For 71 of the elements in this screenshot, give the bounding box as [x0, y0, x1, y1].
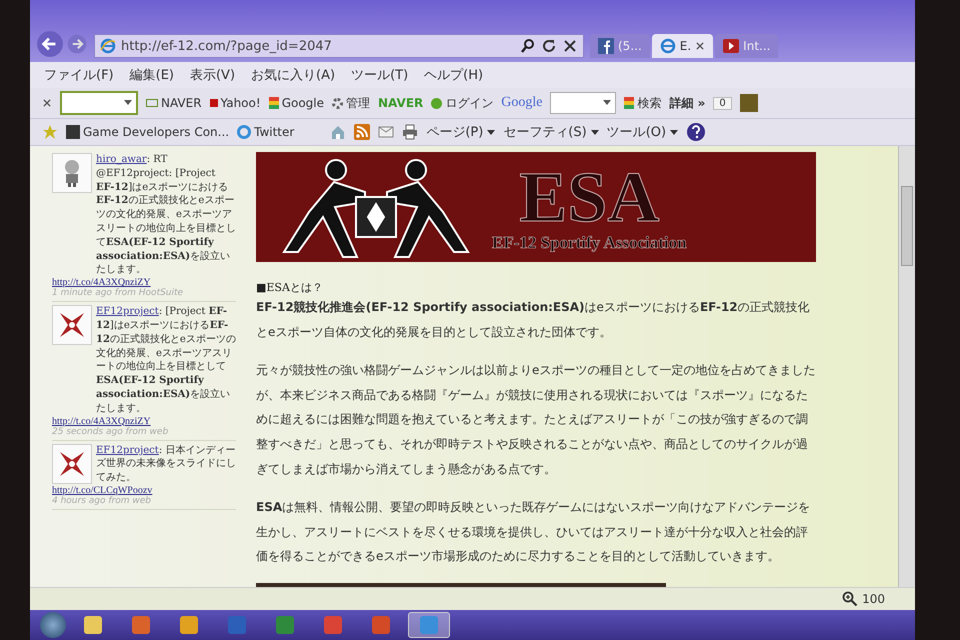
home-icon[interactable]	[330, 124, 346, 140]
menu-item[interactable]: ヘルプ(H)	[424, 66, 484, 84]
play-icon	[723, 38, 740, 54]
caret-icon	[603, 100, 612, 105]
search-field[interactable]	[550, 92, 616, 114]
favorite-link[interactable]: Game Developers Con...	[66, 125, 230, 139]
tweet-text: EF12project: 日本インディーズ世界の未来像をスライドにしてみた。	[96, 444, 236, 485]
tweet-time: 4 hours ago from web	[52, 496, 152, 506]
favorite-link[interactable]: Twitter	[237, 125, 294, 139]
article-paragraph: 元々が競技性の強い格闘ゲームジャンルは以前よりeスポーツの種目として一定の地位を占めてきましたが、本来ビジネス商品である格闘『ゲーム』が競技に使用される現状においては『スポーツ』になるために超えるには困難な問題を抱えていると考えます。たとえばアスリートが「この技が強すぎるので調整すべきだ」と思っても、それが即時テストや反映されることがない点や、商品としてのサイクルが過ぎてしまえば市場から消えてしまう懸念がある点です。	[256, 362, 816, 478]
printer-icon[interactable]	[402, 124, 418, 140]
tweet-link[interactable]: http://t.co/CLCqWPoozv	[52, 484, 236, 496]
rss-icon[interactable]	[354, 124, 370, 140]
menu-item[interactable]: お気に入り(A)	[251, 66, 336, 84]
toolbar-link[interactable]: NAVER	[146, 96, 202, 110]
close-icon[interactable]	[42, 98, 52, 108]
caret-icon	[590, 130, 599, 135]
close-icon[interactable]	[695, 41, 706, 51]
toolbar-link[interactable]: Yahoo!	[210, 96, 261, 110]
user-avatar[interactable]	[740, 94, 758, 112]
google-label: Google	[501, 95, 542, 111]
user-link[interactable]: EF12project	[96, 306, 159, 318]
article-paragraph: ESAは無料、情報公開、要望の即時反映といった既存ゲームにはないスポーツ向けなアドバンテージを生かし、アスリートにベストを尽くせる環境を提供し、ひいてはアスリート達が十分な収入と社会的評価を得ることができるeスポーツ市場形成のために尽力することを目的として活動していきます。	[256, 499, 812, 566]
banner-title: ESA	[519, 161, 660, 233]
menu-item[interactable]: ツール(T)	[351, 66, 408, 84]
banner-subtitle: EF-12 Sportify Association	[492, 233, 687, 253]
scrollbar[interactable]	[898, 146, 915, 587]
address-bar[interactable]: http://ef-12.com/?page_id=2047	[94, 34, 584, 58]
user-link[interactable]: EF12project	[96, 444, 159, 456]
toolbar-link[interactable]: 詳細 »	[669, 94, 706, 112]
start-button[interactable]	[40, 612, 66, 638]
command-menu[interactable]: ツール(O)	[606, 123, 678, 141]
toolbar-link[interactable]: ログイン	[431, 94, 494, 112]
user-link[interactable]: hiro_awar	[96, 154, 147, 165]
zoom-icon[interactable]	[842, 591, 858, 607]
toolbar-link[interactable]: 検索	[624, 94, 662, 112]
ie-icon	[100, 38, 116, 54]
caret-icon	[124, 100, 132, 105]
command-menu[interactable]: セーフティ(S)	[503, 123, 599, 141]
refresh-icon[interactable]	[541, 38, 557, 54]
caret-icon	[487, 130, 496, 135]
scroll-thumb[interactable]	[901, 186, 913, 266]
menu-item[interactable]: ファイル(F)	[44, 66, 114, 84]
help-icon[interactable]	[686, 122, 706, 142]
mail-icon[interactable]	[378, 124, 394, 140]
article-paragraph: EF-12競技化推進会(EF-12 Sportify association:ESA)はeスポーツにおけるEF-12の正式競技化とeスポーツ自体の文化的発展を目的として設立された団体です。	[256, 299, 811, 341]
tweet-time: 25 seconds ago from web	[52, 426, 170, 437]
zoom-level[interactable]: 100	[862, 592, 885, 606]
tweet-link[interactable]: http://t.co/4A3XQnziZY	[52, 416, 236, 427]
menu-item[interactable]: 編集(E)	[130, 66, 174, 84]
section-heading: ■ESAとは？	[256, 280, 324, 295]
search-field[interactable]	[60, 91, 138, 115]
browser-tab[interactable]: E.	[652, 34, 714, 58]
f-logo-icon	[598, 38, 614, 54]
toolbar-link[interactable]: Google	[268, 96, 324, 110]
toolbar-link[interactable]: 管理	[332, 94, 370, 112]
forward-button[interactable]	[66, 33, 88, 55]
ie-icon	[660, 38, 676, 54]
menu-item[interactable]: 表示(V)	[190, 66, 236, 84]
counter-badge: 0	[713, 96, 732, 110]
back-button[interactable]	[36, 30, 64, 58]
tweet-time: 1 minute ago from HootSuite	[52, 288, 184, 298]
tweet-text: hiro_awar: RT @EF12project: [Project EF-12]はeスポーツにおけるEF-12の正式競技化とeスポーツの文化的発展、eスポーツアスリートの地位向上を目標としてESA(EF-12 Sportify association:ESA)を設立いたします。	[96, 153, 236, 278]
command-menu[interactable]: ページ(P)	[426, 123, 496, 141]
close-icon[interactable]	[562, 38, 578, 54]
search-icon[interactable]	[520, 38, 536, 54]
tweet-text: EF12project: [Project EF-12]はeスポーツにおけるEF-12の正式競技化とeスポーツの文化的発展、eスポーツアスリートの地位向上を目標としてESA(EF-12 Sportify association:ESA)を設立いたします。	[96, 305, 236, 416]
star-icon[interactable]	[42, 124, 58, 140]
url-text: http://ef-12.com/?page_id=2047	[121, 38, 333, 54]
caret-icon	[670, 130, 678, 135]
tweet-link[interactable]: http://t.co/4A3XQnziZY	[52, 277, 236, 288]
